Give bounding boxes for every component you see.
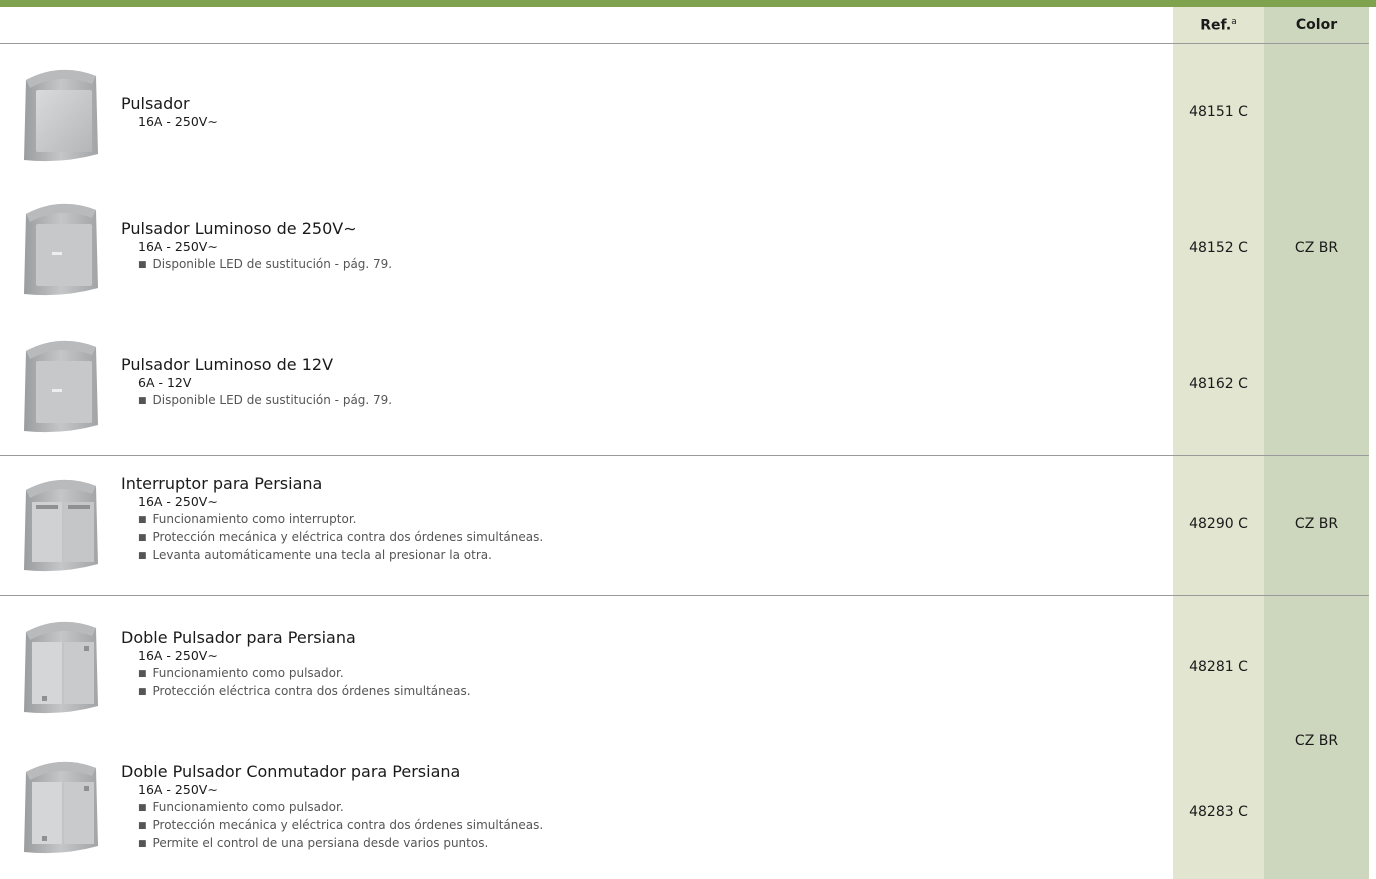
- product-title: Interruptor para Persiana: [121, 474, 323, 493]
- product-row: Pulsador 16A - 250V∼ 48151 C: [0, 44, 1248, 179]
- product-ref: 48281 C: [1189, 659, 1248, 675]
- product-spec: 16A - 250V∼: [138, 239, 218, 254]
- product-ref: 48283 C: [1189, 804, 1248, 820]
- product-title: Pulsador Luminoso de 12V: [121, 355, 334, 374]
- product-note: Disponible LED de sustitución - pág. 79.: [138, 392, 393, 410]
- product-row: Interruptor para Persiana 16A - 250V∼ Fu…: [0, 456, 1248, 595]
- product-spec: 16A - 250V∼: [138, 782, 218, 797]
- double-pushbutton-image: [24, 621, 98, 714]
- product-description: Pulsador Luminoso de 12V 6A - 12V Dispon…: [121, 355, 392, 410]
- ref-column-header: Ref.a: [1200, 17, 1237, 34]
- product-description: Interruptor para Persiana 16A - 250V∼ Fu…: [121, 474, 543, 565]
- illuminated-pushbutton-image: [24, 340, 98, 433]
- product-title: Doble Pulsador Conmutador para Persiana: [121, 762, 461, 781]
- product-note: Funcionamiento como interruptor.: [138, 511, 543, 529]
- product-note: Levanta automáticamente una tecla al pre…: [138, 547, 543, 565]
- product-note: Protección mecánica y eléctrica contra d…: [138, 529, 544, 547]
- product-note: Protección mecánica y eléctrica contra d…: [138, 817, 544, 835]
- double-changeover-pushbutton-image: [24, 761, 98, 854]
- product-note: Permite el control de una persiana desde…: [138, 835, 543, 853]
- product-note: Protección eléctrica contra dos órdenes …: [138, 683, 471, 701]
- product-ref: 48290 C: [1189, 516, 1248, 532]
- product-title: Pulsador: [121, 94, 190, 113]
- color-code: CZ BR: [1294, 516, 1339, 532]
- product-ref: 48151 C: [1189, 104, 1248, 120]
- product-description: Doble Pulsador Conmutador para Persiana …: [121, 762, 543, 853]
- product-spec: 16A - 250V∼: [138, 114, 218, 129]
- product-row: Doble Pulsador Conmutador para Persiana …: [0, 738, 1248, 879]
- product-description: Doble Pulsador para Persiana 16A - 250V∼…: [121, 628, 471, 701]
- product-description: Pulsador Luminoso de 250V∼ 16A - 250V∼ D…: [121, 219, 392, 274]
- color-code: CZ BR: [1294, 240, 1339, 256]
- illuminated-pushbutton-image: [24, 203, 98, 296]
- product-ref: 48152 C: [1189, 240, 1248, 256]
- product-description: Pulsador 16A - 250V∼: [121, 94, 218, 130]
- product-row: Pulsador Luminoso de 250V∼ 16A - 250V∼ D…: [0, 179, 1248, 317]
- product-row: Pulsador Luminoso de 12V 6A - 12V Dispon…: [0, 317, 1248, 455]
- color-column-header: Color: [1295, 17, 1338, 33]
- product-note: Funcionamiento como pulsador.: [138, 799, 543, 817]
- ref-column-background: [1173, 7, 1264, 879]
- product-title: Pulsador Luminoso de 250V∼: [121, 219, 357, 238]
- product-note: Funcionamiento como pulsador.: [138, 665, 471, 683]
- product-spec: 16A - 250V∼: [138, 648, 218, 663]
- color-code: CZ BR: [1294, 733, 1339, 749]
- product-row: Doble Pulsador para Persiana 16A - 250V∼…: [0, 596, 1248, 738]
- top-accent-bar: [0, 0, 1376, 7]
- product-title: Doble Pulsador para Persiana: [121, 628, 356, 647]
- product-spec: 16A - 250V∼: [138, 494, 218, 509]
- product-spec: 6A - 12V: [138, 375, 192, 390]
- pushbutton-image: [24, 69, 98, 162]
- product-ref: 48162 C: [1189, 376, 1248, 392]
- blind-switch-image: [24, 479, 98, 572]
- product-note: Disponible LED de sustitución - pág. 79.: [138, 256, 393, 274]
